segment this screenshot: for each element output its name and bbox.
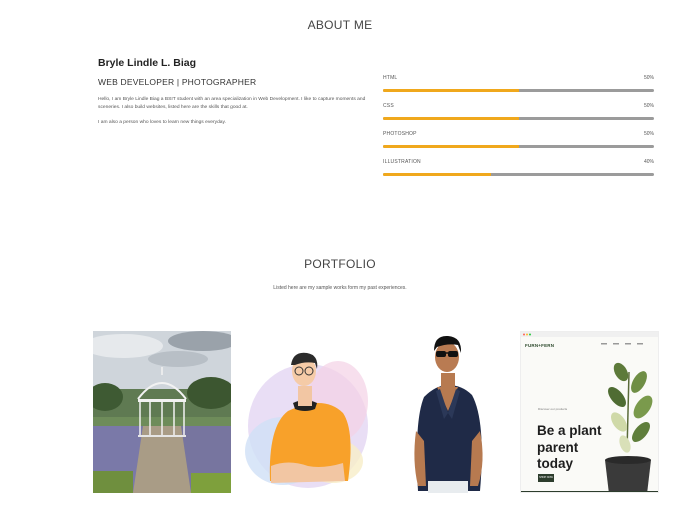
- skill-html: HTML 50%: [383, 75, 654, 103]
- skill-progress-fill: [383, 173, 492, 176]
- skills-list: HTML 50% CSS 50% PHOTOSHOP 50% ILLUSTRAT…: [383, 75, 654, 187]
- skill-progress-bar: [383, 89, 654, 92]
- skill-progress-bar: [383, 173, 654, 176]
- skill-label: PHOTOSHOP: [383, 131, 417, 137]
- profile-role: WEB DEVELOPER | PHOTOGRAPHER: [98, 77, 257, 87]
- skill-percent: 50%: [643, 103, 654, 109]
- avatar-illustration-sunglasses-icon: [414, 335, 483, 493]
- about-paragraph: Hello, I am Bryle Lindle Biag a BSIT stu…: [98, 97, 366, 111]
- skill-percent: 50%: [643, 131, 654, 137]
- avatar-illustration-orange-shirt-icon: [245, 352, 368, 488]
- skill-percent: 40%: [643, 159, 654, 165]
- portfolio-item-sunglasses-illustration[interactable]: [388, 331, 506, 493]
- skill-progress-fill: [383, 89, 519, 92]
- profile-name: Bryle Lindle L. Biag: [98, 57, 197, 69]
- skill-photoshop: PHOTOSHOP 50%: [383, 131, 654, 159]
- skill-label: ILLUSTRATION: [383, 159, 421, 165]
- website-headline: Be a plant parent today: [537, 423, 602, 471]
- skill-percent: 50%: [643, 75, 654, 81]
- website-brand: FURN+FERN: [525, 343, 555, 348]
- skill-progress-fill: [383, 145, 519, 148]
- portfolio-item-plant-website[interactable]: FURN+FERN Discover our products Be a pla…: [520, 331, 659, 493]
- skill-css: CSS 50%: [383, 103, 654, 131]
- website-tagline: Discover our products: [538, 407, 568, 411]
- skill-progress-fill: [383, 117, 519, 120]
- portfolio-section-title: PORTFOLIO: [304, 257, 376, 271]
- skill-progress-bar: [383, 145, 654, 148]
- about-paragraph: I am also a person who loves to learn ne…: [98, 119, 226, 125]
- portfolio-item-gazebo-photo[interactable]: [93, 331, 231, 493]
- skill-illustration: ILLUSTRATION 40%: [383, 159, 654, 187]
- skill-progress-bar: [383, 117, 654, 120]
- gazebo-garden-photo-icon: [93, 331, 231, 493]
- about-intro: Bryle Lindle L. Biag WEB DEVELOPER | PHO…: [98, 57, 374, 127]
- portfolio-subtitle: Listed here are my sample works form my …: [273, 285, 407, 291]
- about-section-title: ABOUT ME: [307, 18, 373, 32]
- skill-label: CSS: [383, 103, 394, 109]
- skill-label: HTML: [383, 75, 398, 81]
- website-shop-button: SHOP NOW: [538, 474, 554, 482]
- portfolio-item-avatar-illustration[interactable]: [243, 331, 373, 493]
